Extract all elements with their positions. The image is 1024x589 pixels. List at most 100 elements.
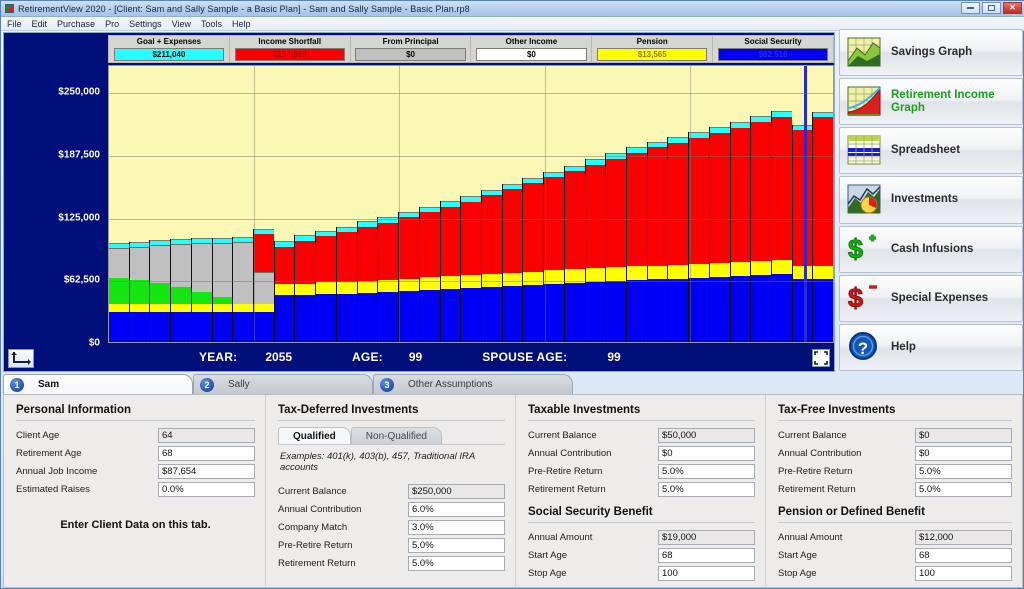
- chart-bar[interactable]: [584, 159, 606, 342]
- chart-bar[interactable]: [109, 242, 129, 342]
- menu-item-tools[interactable]: Tools: [201, 19, 222, 29]
- menu-item-edit[interactable]: Edit: [32, 19, 48, 29]
- chart-bar[interactable]: [335, 226, 357, 342]
- menu-item-pro[interactable]: Pro: [105, 19, 119, 29]
- axes-arrow-icon[interactable]: [8, 349, 34, 368]
- year-cursor-line[interactable]: [804, 66, 807, 342]
- chart-bar[interactable]: [791, 124, 813, 342]
- chart-bar[interactable]: [646, 141, 668, 342]
- form-row: Estimated Raises 0.0%: [16, 481, 255, 497]
- field-input-current-balance[interactable]: $50,000: [658, 427, 755, 443]
- field-input-annual-contribution[interactable]: 6.0%: [408, 501, 505, 517]
- field-input-retirement-return[interactable]: 5.0%: [408, 555, 505, 571]
- maximize-button[interactable]: [982, 2, 1001, 14]
- field-input-annual-job-income[interactable]: $87,654: [158, 463, 255, 479]
- window-controls[interactable]: ✕: [961, 2, 1022, 14]
- tax-deferred-subtabs[interactable]: Qualified Non-Qualified: [278, 427, 505, 445]
- menu-item-settings[interactable]: Settings: [129, 19, 162, 29]
- chart-bar[interactable]: [605, 153, 626, 342]
- field-input-retirement-return[interactable]: 5.0%: [915, 481, 1012, 497]
- chart-bar[interactable]: [439, 201, 461, 342]
- chart-bar[interactable]: [315, 230, 336, 342]
- bar-segment: [274, 294, 295, 342]
- field-input-pre-retire-return[interactable]: 5.0%: [408, 537, 505, 553]
- tab-sally[interactable]: 2 Sally: [193, 374, 373, 394]
- chart-bar[interactable]: [190, 237, 212, 342]
- menu-item-file[interactable]: File: [7, 19, 22, 29]
- chart-bar[interactable]: [418, 206, 440, 342]
- bar-segment: [399, 290, 419, 342]
- bar-segment: [357, 226, 378, 281]
- bar-segment: [502, 189, 523, 273]
- chart-bar[interactable]: [708, 127, 730, 342]
- chart-bar[interactable]: [149, 239, 171, 342]
- chart-bar[interactable]: [667, 137, 689, 342]
- form-row: Retirement Age 68: [16, 445, 255, 461]
- sidebar-item-savings-graph[interactable]: Savings Graph: [839, 29, 1023, 77]
- client-tabs[interactable]: 1 Sam 2 Sally 3 Other Assumptions: [3, 372, 835, 394]
- chart-bar[interactable]: [522, 177, 544, 342]
- chart-bar[interactable]: [771, 111, 792, 342]
- field-input-retirement-age[interactable]: 68: [158, 445, 255, 461]
- chart-bar[interactable]: [253, 228, 274, 342]
- tab-sam[interactable]: 1 Sam: [3, 374, 193, 394]
- bar-segment: [481, 195, 502, 274]
- sidebar-item-cash-infusions[interactable]: $ Cash Infusions: [839, 225, 1023, 273]
- field-input-estimated-raises[interactable]: 0.0%: [158, 481, 255, 497]
- close-button[interactable]: ✕: [1003, 2, 1022, 14]
- chart-bar[interactable]: [812, 111, 833, 342]
- field-label: Company Match: [278, 521, 348, 533]
- field-input-annual-contribution[interactable]: $0: [915, 445, 1012, 461]
- bar-segment: [295, 283, 316, 295]
- chart-bar[interactable]: [750, 116, 771, 342]
- chart-bar[interactable]: [398, 211, 419, 342]
- tool-sidebar[interactable]: Savings Graph Retirement Income Graph Sp…: [839, 29, 1023, 371]
- subtab-qualified[interactable]: Qualified: [278, 427, 351, 444]
- tab-other-assumptions[interactable]: 3 Other Assumptions: [373, 374, 573, 394]
- chart-bar[interactable]: [625, 147, 647, 342]
- field-input-client-age[interactable]: 64: [158, 427, 255, 443]
- bar-segment: [502, 272, 523, 286]
- field-input-stop-age[interactable]: 100: [658, 565, 755, 581]
- form-row: Pre-Retire Return 5.0%: [778, 463, 1012, 479]
- chart-bar[interactable]: [294, 235, 316, 342]
- field-input-current-balance[interactable]: $250,000: [408, 483, 505, 499]
- chart-bar[interactable]: [480, 189, 502, 342]
- menu-item-purchase[interactable]: Purchase: [57, 19, 95, 29]
- chart-bar[interactable]: [543, 171, 564, 342]
- field-input-stop-age[interactable]: 100: [915, 565, 1012, 581]
- sidebar-item-spreadsheet[interactable]: Spreadsheet: [839, 127, 1023, 175]
- sidebar-item-special-expenses[interactable]: $ Special Expenses: [839, 274, 1023, 322]
- chart-bar[interactable]: [211, 237, 233, 342]
- field-input-annual-amount[interactable]: $12,000: [915, 529, 1012, 545]
- chart-bar[interactable]: [273, 241, 295, 342]
- bar-segment: [626, 152, 647, 267]
- field-input-start-age[interactable]: 68: [915, 547, 1012, 563]
- field-input-annual-amount[interactable]: $19,000: [658, 529, 755, 545]
- bar-segment: [668, 278, 689, 342]
- expand-fullscreen-icon[interactable]: [812, 349, 830, 367]
- plot-area[interactable]: [108, 65, 834, 343]
- menu-item-view[interactable]: View: [172, 19, 191, 29]
- chart-bar[interactable]: [377, 217, 399, 342]
- field-input-pre-retire-return[interactable]: 5.0%: [915, 463, 1012, 479]
- chart-bar[interactable]: [232, 236, 254, 342]
- field-input-annual-contribution[interactable]: $0: [658, 445, 755, 461]
- chart-bar[interactable]: [170, 238, 191, 342]
- field-input-pre-retire-return[interactable]: 5.0%: [658, 463, 755, 479]
- chart-bar[interactable]: [128, 241, 150, 342]
- subtab-non-qualified[interactable]: Non-Qualified: [350, 427, 442, 444]
- field-input-company-match[interactable]: 3.0%: [408, 519, 505, 535]
- minimize-button[interactable]: [961, 2, 980, 14]
- sidebar-item-retirement-income-graph[interactable]: Retirement Income Graph: [839, 78, 1023, 126]
- sidebar-item-help[interactable]: ? Help: [839, 323, 1023, 371]
- field-input-retirement-return[interactable]: 5.0%: [658, 481, 755, 497]
- field-input-start-age[interactable]: 68: [658, 547, 755, 563]
- menu-item-help[interactable]: Help: [232, 19, 251, 29]
- chart-bar[interactable]: [688, 132, 709, 342]
- sidebar-item-investments[interactable]: Investments: [839, 176, 1023, 224]
- chart-bar[interactable]: [501, 183, 523, 342]
- form-row: Annual Contribution 6.0%: [278, 501, 505, 517]
- field-input-current-balance[interactable]: $0: [915, 427, 1012, 443]
- chart-bar[interactable]: [563, 165, 585, 342]
